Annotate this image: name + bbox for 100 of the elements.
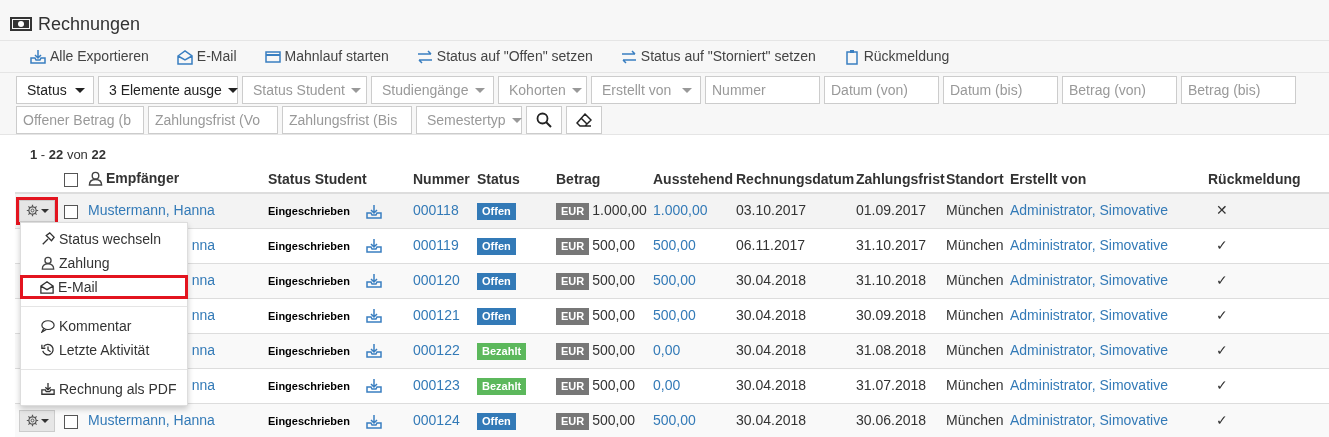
menu-item[interactable]: Status wechseln — [21, 227, 187, 251]
currency-label: EUR — [556, 238, 590, 256]
user-icon — [88, 170, 103, 186]
due-date: 31.10.2018 — [856, 272, 927, 288]
feedback-mark: ✓ — [1216, 412, 1228, 429]
filter-field[interactable]: Datum (bis) — [943, 76, 1058, 104]
outstanding-link[interactable]: 500,00 — [653, 237, 696, 253]
toolbar-button[interactable]: E-Mail — [176, 46, 249, 67]
column-header: Betrag — [556, 171, 601, 187]
location: München — [946, 272, 1004, 288]
settings-dropdown-button[interactable] — [19, 199, 55, 222]
swap-arrows-icon — [416, 48, 433, 65]
invoice-date: 06.11.2017 — [736, 237, 806, 253]
status-label: Offen — [477, 238, 516, 256]
invoice-number-link[interactable]: 000119 — [413, 237, 459, 253]
creator-link[interactable]: Administrator, Simovative — [1010, 307, 1168, 323]
menu-item[interactable]: Kommentar — [21, 314, 187, 338]
outstanding-link[interactable]: 0,00 — [653, 342, 681, 358]
feedback-mark: ✓ — [1216, 307, 1228, 323]
feedback-mark: ✓ — [1216, 342, 1228, 358]
feedback-mark: ✕ — [1216, 202, 1228, 219]
row-checkbox[interactable] — [64, 204, 78, 219]
due-date: 31.07.2018 — [856, 377, 927, 393]
toolbar-button[interactable]: Status auf "Storniert" setzen — [620, 46, 828, 67]
outstanding-link[interactable]: 0,00 — [653, 377, 681, 393]
menu-item[interactable]: Rechnung als PDF — [21, 377, 187, 401]
column-header: Rückmeldung — [1208, 171, 1301, 187]
download-icon — [41, 382, 55, 396]
settings-dropdown-button[interactable] — [19, 409, 55, 432]
filter-dropdown[interactable]: Status — [16, 76, 94, 104]
page-title: Rechnungen — [38, 12, 141, 36]
amount: 500,00 — [592, 342, 636, 358]
column-header: Ausstehend — [653, 171, 734, 187]
menu-item[interactable]: E-Mail — [20, 275, 188, 299]
download-icon — [366, 413, 382, 430]
filter-dropdown[interactable]: Status Student — [242, 76, 367, 104]
menu-item[interactable]: Letzte Aktivität — [21, 338, 187, 362]
toolbar-button[interactable]: Alle Exportieren — [30, 46, 161, 67]
creator-link[interactable]: Administrator, Simovative — [1010, 377, 1168, 393]
feedback-mark: ✓ — [1216, 377, 1228, 393]
filter-dropdown[interactable]: 3 Elemente ausge — [98, 76, 238, 104]
invoice-date: 30.04.2018 — [736, 272, 807, 288]
filter-field[interactable]: Nummer — [705, 76, 820, 104]
toolbar-button[interactable]: Rückmeldung — [843, 46, 962, 67]
amount: 500,00 — [592, 272, 636, 288]
student-status: Eingeschrieben — [268, 310, 350, 322]
toolbar-button[interactable]: Mahnlauf starten — [264, 46, 401, 67]
search-icon — [536, 112, 552, 128]
filter-dropdown[interactable]: Erstellt von — [591, 76, 701, 104]
amount: 1.000,00 — [592, 202, 647, 219]
envelope-icon — [176, 48, 193, 65]
location: München — [946, 237, 1004, 253]
column-header: Nummer — [413, 171, 470, 187]
student-status: Eingeschrieben — [268, 240, 350, 252]
clear-filter-button[interactable] — [566, 106, 602, 134]
filter-dropdown[interactable]: Studiengänge — [371, 76, 494, 104]
download-icon — [366, 273, 382, 290]
student-status: Eingeschrieben — [268, 275, 350, 287]
filter-field[interactable]: Datum (von) — [824, 76, 939, 104]
creator-link[interactable]: Administrator, Simovative — [1010, 237, 1168, 253]
location: München — [946, 307, 1004, 323]
student-status: Eingeschrieben — [268, 345, 350, 357]
invoice-number-link[interactable]: 000121 — [413, 307, 460, 323]
due-date: 30.09.2018 — [856, 307, 927, 323]
user-icon — [41, 256, 55, 270]
settings-icon — [25, 414, 39, 428]
status-label: Offen — [477, 308, 516, 326]
search-button[interactable] — [526, 106, 562, 134]
toolbar-button[interactable]: Status auf "Offen" setzen — [416, 46, 605, 67]
clipboard-icon — [843, 48, 860, 65]
currency-label: EUR — [556, 413, 590, 431]
column-header: Status — [477, 171, 520, 187]
due-date: 31.10.2017 — [856, 237, 927, 253]
filter-field[interactable]: Offener Betrag (b — [16, 106, 144, 134]
filter-field[interactable]: Zahlungsfrist (Bis — [282, 106, 412, 134]
hammer-icon — [41, 232, 55, 246]
filter-dropdown[interactable]: Kohorten — [498, 76, 587, 104]
invoice-date: 03.10.2017 — [736, 202, 807, 219]
currency-label: EUR — [556, 378, 590, 396]
envelope-icon — [40, 280, 54, 294]
result-count: 1 - 22 von 22 — [29, 146, 107, 164]
invoice-date: 30.04.2018 — [736, 307, 807, 323]
filter-dropdown[interactable]: Semestertyp — [416, 106, 522, 134]
select-all-checkbox[interactable] — [64, 173, 78, 188]
currency-label: EUR — [556, 203, 590, 221]
student-status: Eingeschrieben — [268, 205, 350, 218]
location: München — [946, 202, 1004, 219]
amount: 500,00 — [592, 307, 636, 323]
menu-item[interactable]: Zahlung — [21, 251, 187, 275]
student-status: Eingeschrieben — [268, 380, 350, 392]
history-icon — [41, 343, 55, 357]
filter-field[interactable]: Betrag (bis) — [1181, 76, 1296, 104]
location: München — [946, 342, 1004, 358]
invoice-number-link[interactable]: 000123 — [413, 377, 460, 393]
filter-field[interactable]: Zahlungsfrist (Vo — [148, 106, 278, 134]
filter-field[interactable]: Betrag (von) — [1062, 76, 1177, 104]
amount: 500,00 — [592, 412, 636, 429]
outstanding-link[interactable]: 500,00 — [653, 307, 696, 323]
column-header: Zahlungsfrist — [856, 171, 945, 187]
row-checkbox[interactable] — [64, 414, 78, 429]
